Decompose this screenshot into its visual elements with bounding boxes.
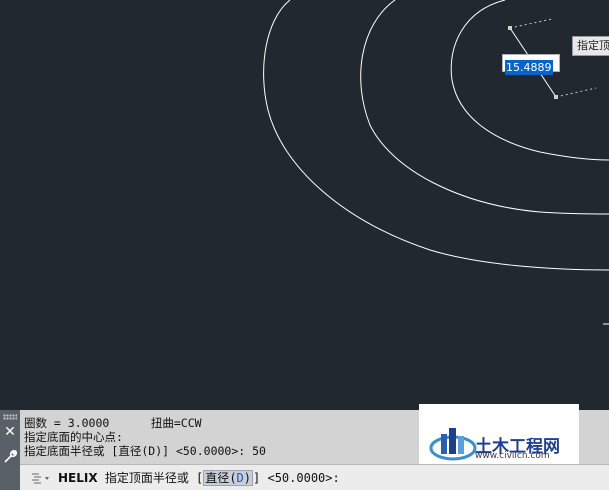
command-name: HELIX: [58, 471, 98, 485]
command-history: 圈数 = 3.0000 扭曲=CCW 指定底面的中心点: 指定底面半径或 [直径…: [24, 416, 424, 458]
option-diameter[interactable]: 直径(D): [203, 470, 254, 486]
history-line: 指定底面半径或 [直径(D)] <50.0000>: 50: [24, 444, 266, 458]
watermark-logo: 土木工程网 www.civilcn.com: [419, 404, 579, 464]
helix-curve-outer[interactable]: [263, 0, 609, 271]
command-prompt[interactable]: HELIX 指定顶面半径或 [直径(D)] <50.0000>:: [58, 470, 340, 486]
close-icon[interactable]: ✕: [3, 423, 17, 441]
grip-point-bottom[interactable]: [554, 95, 558, 99]
history-line: 指定底面的中心点:: [24, 430, 123, 444]
grip-icon[interactable]: [3, 414, 17, 420]
command-window-handle[interactable]: ✕: [0, 410, 20, 490]
wrench-icon[interactable]: [3, 448, 17, 464]
prompt-default: ] <50.0000>:: [253, 471, 340, 485]
dotted-guide-bottom: [555, 87, 597, 98]
watermark-url: www.civilcn.com: [475, 451, 550, 461]
prompt-text: 指定顶面半径或 [: [97, 471, 204, 485]
dynamic-input-value: 15.4889: [505, 60, 553, 75]
history-line: 圈数 = 3.0000 扭曲=CCW: [24, 416, 202, 430]
command-line[interactable]: HELIX 指定顶面半径或 [直径(D)] <50.0000>:: [20, 464, 609, 490]
dynamic-input-field[interactable]: 15.4889: [502, 54, 560, 75]
grip-point-top[interactable]: [508, 26, 512, 30]
helix-curve-middle[interactable]: [360, 0, 609, 215]
dynamic-prompt-tooltip: 指定顶: [572, 36, 609, 56]
dotted-guide-top: [509, 18, 553, 29]
command-dropdown-icon[interactable]: [30, 471, 52, 485]
building-logo-icon: [429, 428, 477, 461]
